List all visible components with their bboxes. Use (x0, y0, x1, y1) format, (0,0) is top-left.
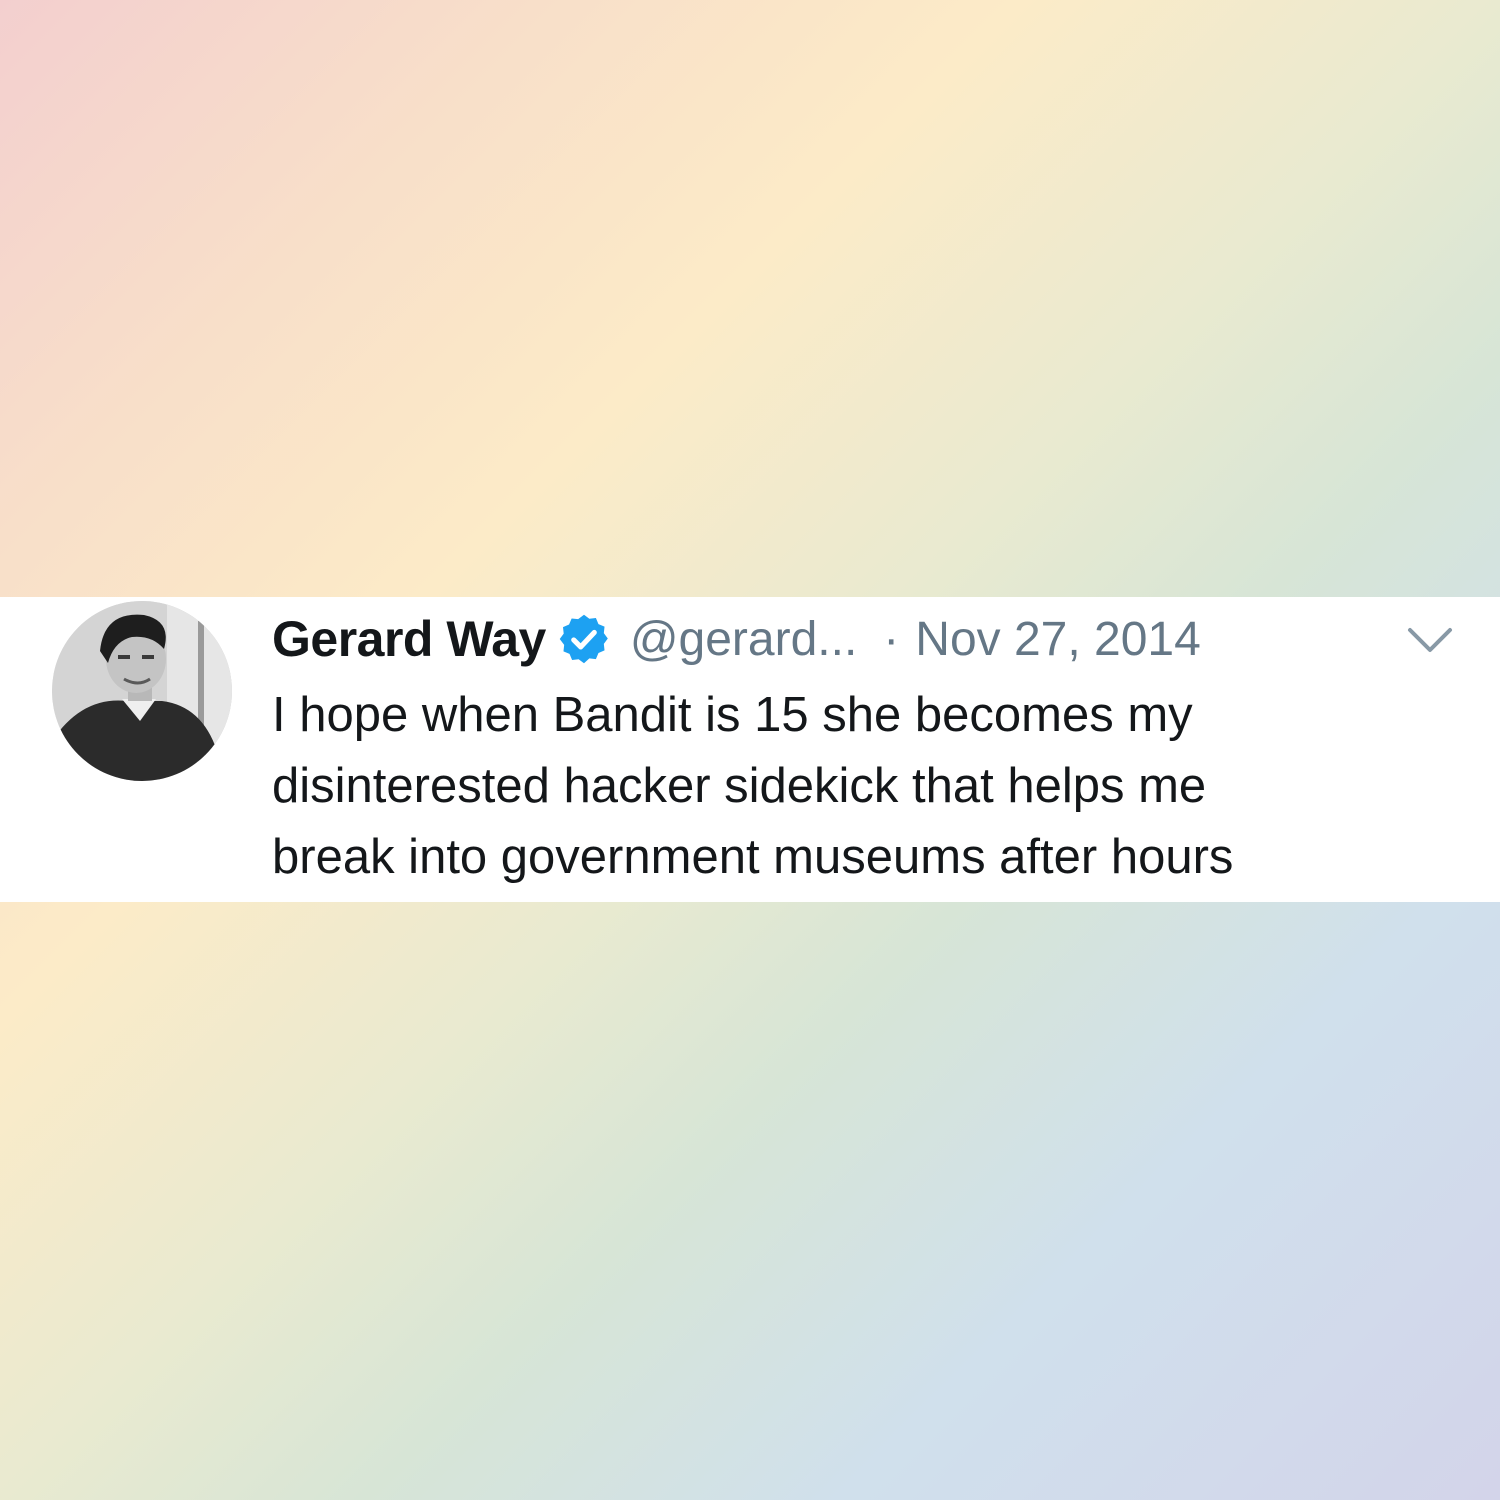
avatar-photo (52, 601, 232, 781)
user-handle[interactable]: @gerard... (630, 612, 857, 667)
tweet-text: I hope when Bandit is 15 she becomes my … (272, 688, 1234, 884)
tweet-date[interactable]: Nov 27, 2014 (915, 612, 1201, 667)
tweet-header: Gerard Way @gerard... · Nov 27, 2014 (272, 607, 1201, 671)
display-name[interactable]: Gerard Way (272, 610, 546, 668)
verified-badge-icon (559, 614, 608, 664)
avatar[interactable] (52, 601, 232, 781)
chevron-down-icon[interactable] (1404, 622, 1456, 656)
meta-separator: · (883, 612, 900, 666)
